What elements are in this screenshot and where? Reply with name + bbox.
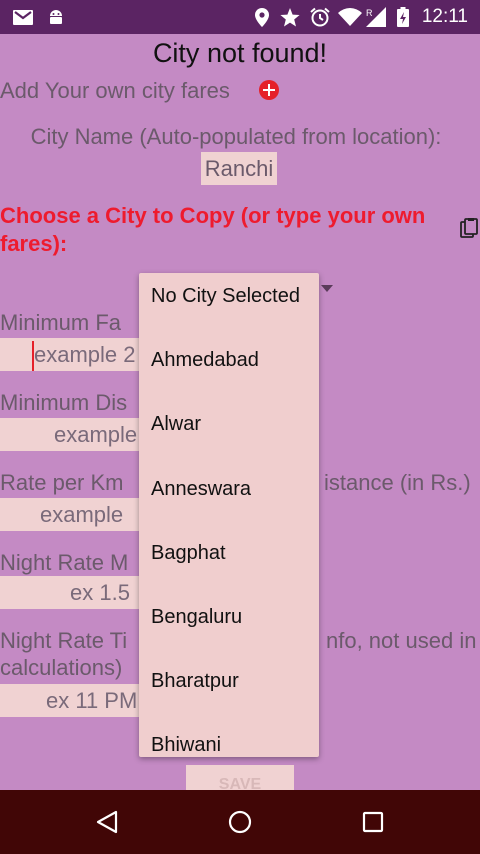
night-rate-multiplier-label: Night Rate M [0,550,129,575]
night-rate-multiplier-input[interactable]: ex 1.5 [0,576,150,609]
status-time: 12:11 [421,6,468,27]
add-own-city-label: Add Your own city fares [0,78,230,103]
rate-per-km-input[interactable]: example [0,498,150,531]
night-rate-time-label: Night Rate Ti [0,628,128,653]
android-icon [46,0,66,34]
alarm-icon [309,0,331,34]
night-rate-time-label-line2: calculations) [0,655,123,680]
dropdown-option[interactable]: Anneswara [151,478,251,501]
recents-icon[interactable] [350,790,396,854]
wifi-icon [337,0,363,34]
signal-icon: R [365,0,389,34]
dropdown-option[interactable]: Ahmedabad [151,349,259,372]
gmail-icon [12,0,34,34]
page-title: City not found! [152,38,328,68]
night-rate-time-input[interactable]: ex 11 PM [0,684,150,717]
status-bar: R 12:11 [0,0,480,34]
svg-text:R: R [366,8,373,18]
location-icon [252,0,272,34]
home-icon[interactable] [217,790,263,854]
battery-icon [395,0,411,34]
navigation-bar [0,790,480,854]
city-name-field[interactable]: Ranchi [201,152,277,185]
minimum-fare-label: Minimum Fa [0,310,122,335]
text-cursor [32,341,34,371]
rate-per-km-label: Rate per Km [0,470,124,495]
spinner-arrow-icon[interactable] [321,285,333,292]
clipboard-icon[interactable] [460,218,478,240]
dropdown-option[interactable]: Bhiwani [151,734,221,757]
copy-city-label: Choose a City to Copy (or type your own … [0,203,426,256]
dropdown-option[interactable]: Bengaluru [151,606,242,629]
back-icon[interactable] [84,790,130,854]
rate-per-km-label-right: istance (in Rs.) [324,470,471,495]
dropdown-option[interactable]: Alwar [151,413,201,436]
city-name-label: City Name (Auto-populated from location)… [30,124,442,149]
dropdown-option[interactable]: Bharatpur [151,670,239,693]
dropdown-option[interactable]: No City Selected [151,285,300,308]
city-dropdown-list: No City Selected Ahmedabad Alwar Anneswa… [139,273,319,757]
minimum-fare-input[interactable]: example 2 [0,338,150,371]
dropdown-option[interactable]: Bagphat [151,542,226,565]
night-rate-time-label-right: nfo, not used in [326,628,477,653]
minimum-distance-label: Minimum Dis [0,390,128,415]
star-icon [279,0,301,34]
add-circle-icon[interactable] [259,80,279,100]
minimum-distance-input[interactable]: example [0,418,150,451]
